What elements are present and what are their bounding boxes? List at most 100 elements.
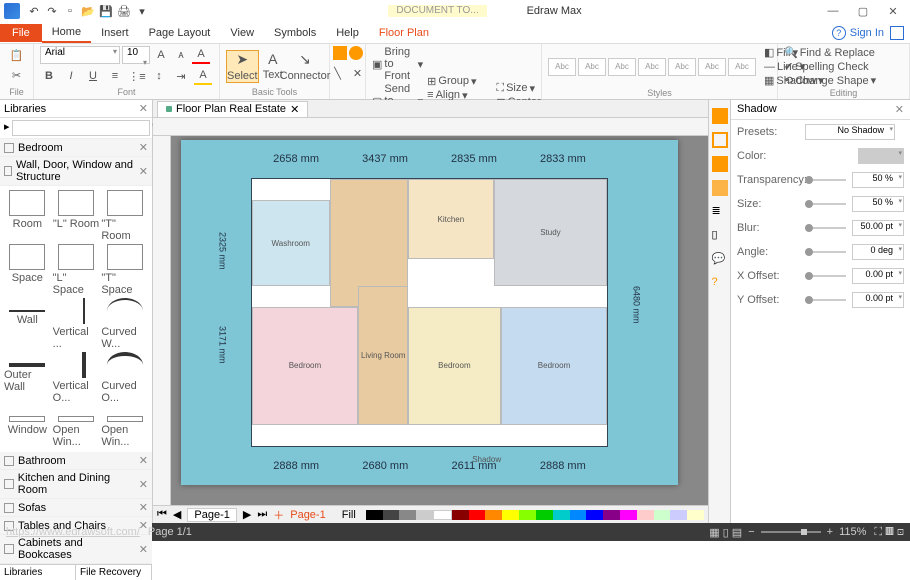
change-shape-button[interactable]: ⟲ Change Shape ▾	[784, 74, 876, 87]
page-nav-prev[interactable]: ◀	[173, 508, 181, 521]
color-bar[interactable]	[366, 510, 704, 520]
spelling-button[interactable]: ✔ Spelling Check	[784, 60, 876, 73]
qat-open[interactable]: 📂	[80, 3, 96, 19]
shape-curved-wall[interactable]: Curved W...	[101, 298, 148, 350]
room-study[interactable]: Study	[494, 179, 608, 286]
qat-save[interactable]: 💾	[98, 3, 114, 19]
shape-open-win2[interactable]: Open Win...	[101, 406, 148, 448]
page-nav-first[interactable]: ⏮	[157, 508, 167, 521]
qat-new[interactable]: ▫	[62, 3, 78, 19]
sidetool-fill[interactable]	[712, 156, 728, 172]
shape-t-space[interactable]: "T" Space	[101, 244, 148, 296]
room-bedroom-1[interactable]: Bedroom	[252, 307, 359, 425]
qat-more[interactable]: ▾	[134, 3, 150, 19]
shape-vouter[interactable]: Vertical O...	[53, 352, 100, 404]
sidetool-help[interactable]: ?	[712, 276, 728, 292]
lib-section-bedroom[interactable]: Bedroom✕	[0, 139, 152, 157]
window-maximize[interactable]: ▢	[850, 2, 876, 20]
menu-floor-plan[interactable]: Floor Plan	[369, 24, 439, 42]
style-preset-2[interactable]: Abc	[578, 58, 606, 76]
style-preset-4[interactable]: Abc	[638, 58, 666, 76]
status-view-icons[interactable]: ▦ ▯ ▤	[709, 526, 742, 539]
page-tab-2[interactable]: Page-1	[290, 509, 325, 521]
page-nav-last[interactable]: ⏭	[257, 508, 267, 521]
document-tab[interactable]: Floor Plan Real Estate✕	[157, 101, 308, 117]
canvas[interactable]: 2658 mm 3437 mm 2835 mm 2833 mm 2888 mm …	[171, 136, 708, 505]
font-name-select[interactable]: Arial	[40, 46, 120, 64]
shape-l-room[interactable]: "L" Room	[53, 190, 100, 242]
connector-tool[interactable]: ↘Connector	[287, 51, 323, 82]
shape-vwall[interactable]: Vertical ...	[53, 298, 100, 350]
tab-file-recovery[interactable]: File Recovery	[76, 565, 152, 580]
shape-curved-outer[interactable]: Curved O...	[101, 352, 148, 404]
style-preset-5[interactable]: Abc	[668, 58, 696, 76]
size-value[interactable]: 50 %	[852, 196, 904, 212]
yoff-slider[interactable]	[805, 299, 846, 301]
shape-wall[interactable]: Wall	[4, 298, 51, 350]
font-shrink[interactable]: ᴀ	[172, 46, 190, 64]
shape-space[interactable]: Space	[4, 244, 51, 296]
sidetool-page[interactable]: ▯	[712, 228, 728, 244]
style-preset-6[interactable]: Abc	[698, 58, 726, 76]
sidetool-shape[interactable]	[712, 108, 728, 124]
bullets-button[interactable]: ⋮≡	[128, 67, 146, 85]
shape-line-icon[interactable]: ╲	[329, 64, 347, 82]
floor-plan[interactable]: 2658 mm 3437 mm 2835 mm 2833 mm 2888 mm …	[251, 178, 609, 447]
find-replace-button[interactable]: 🔍 Find & Replace	[784, 46, 876, 59]
blur-slider[interactable]	[805, 227, 846, 229]
menu-help[interactable]: Help	[326, 24, 369, 42]
sidetool-layer[interactable]: ≣	[712, 204, 728, 220]
lib-section-kitchen[interactable]: Kitchen and Dining Room✕	[0, 470, 152, 499]
shape-outer-wall[interactable]: Outer Wall	[4, 352, 51, 404]
libraries-close[interactable]: ✕	[139, 102, 148, 115]
font-color[interactable]: A	[192, 46, 210, 64]
trans-slider[interactable]	[805, 179, 846, 181]
sidetool-comment[interactable]: 💬	[712, 252, 728, 268]
lib-section-sofas[interactable]: Sofas✕	[0, 499, 152, 517]
spacing-button[interactable]: ↕	[150, 67, 168, 85]
align-button[interactable]: ≡	[106, 67, 124, 85]
menu-home[interactable]: Home	[42, 23, 91, 43]
status-icons[interactable]: ⛶ ▦ ⊡	[874, 526, 904, 539]
shape-open-win1[interactable]: Open Win...	[53, 406, 100, 448]
signin-icon[interactable]	[890, 26, 904, 40]
sidetool-line[interactable]	[712, 132, 728, 148]
library-search-input[interactable]	[12, 120, 150, 136]
page-nav-next[interactable]: ▶	[243, 508, 251, 521]
shape-window[interactable]: Window	[4, 406, 51, 448]
group-button[interactable]: ⊞ Group ▾	[427, 75, 492, 88]
trans-value[interactable]: 50 %	[852, 172, 904, 188]
font-size-select[interactable]: 10	[122, 46, 150, 64]
presets-select[interactable]: No Shadow	[805, 124, 895, 140]
bring-front-button[interactable]: ▣ Bring to Front ▾	[372, 46, 423, 82]
tab-libraries[interactable]: Libraries	[0, 565, 76, 580]
underline-button[interactable]: U	[84, 67, 102, 85]
lib-section-cabinets[interactable]: Cabinets and Bookcases✕	[0, 535, 152, 564]
room-bedroom-2[interactable]: Bedroom	[408, 307, 501, 425]
blur-value[interactable]: 50.00 pt	[852, 220, 904, 236]
status-url[interactable]: https://www.edrawsoft.com/	[6, 526, 140, 538]
font-grow[interactable]: A	[152, 46, 170, 64]
shape-rect-icon[interactable]	[333, 46, 347, 60]
page-tab-1[interactable]: Page-1	[187, 508, 236, 522]
room-bedroom-3[interactable]: Bedroom	[501, 307, 608, 425]
room-washroom[interactable]: Washroom	[252, 200, 330, 285]
lib-expand-icon[interactable]: ▸	[4, 120, 10, 136]
style-preset-7[interactable]: Abc	[728, 58, 756, 76]
window-minimize[interactable]: —	[820, 2, 846, 20]
room-kitchen[interactable]: Kitchen	[408, 179, 493, 259]
zoom-slider[interactable]	[761, 531, 821, 533]
size-button[interactable]: ⛶ Size ▾	[496, 82, 540, 95]
window-close[interactable]: ✕	[880, 2, 906, 20]
color-select[interactable]	[858, 148, 904, 164]
help-icon[interactable]: ?	[832, 26, 846, 40]
shape-room[interactable]: Room	[4, 190, 51, 242]
lib-section-wall[interactable]: Wall, Door, Window and Structure✕	[0, 157, 152, 186]
qat-undo[interactable]: ↶	[26, 3, 42, 19]
file-menu[interactable]: File	[0, 24, 42, 42]
doc-tab-close[interactable]: ✕	[290, 103, 299, 116]
room-living[interactable]: Living Room	[358, 286, 408, 425]
shape-cross-icon[interactable]: ✕	[349, 64, 367, 82]
lib-section-bathroom[interactable]: Bathroom✕	[0, 452, 152, 470]
italic-button[interactable]: I	[62, 67, 80, 85]
